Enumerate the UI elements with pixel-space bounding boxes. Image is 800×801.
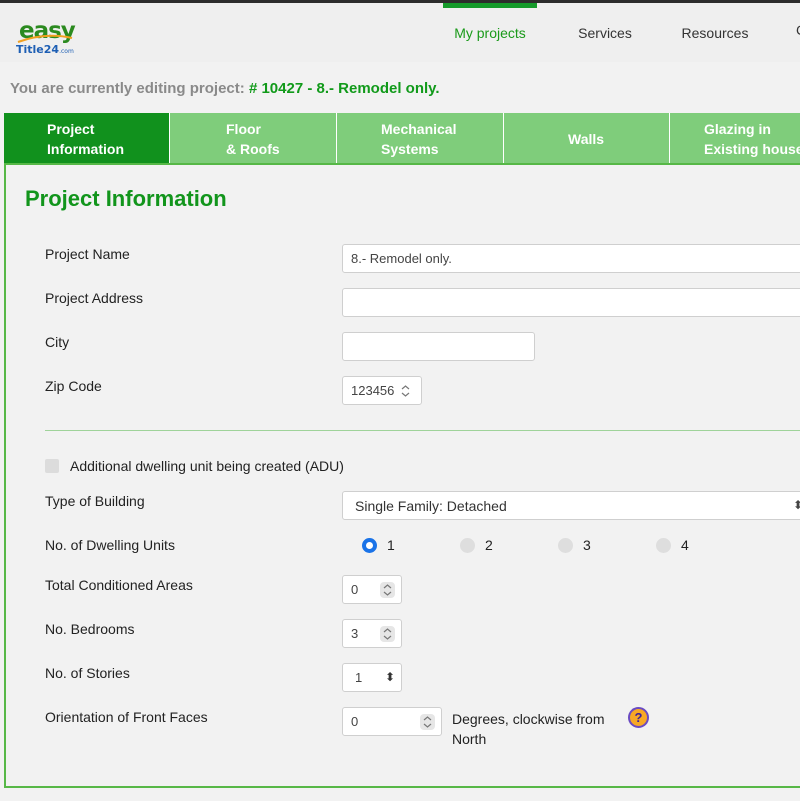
dwelling-units-option-3: 3	[583, 537, 591, 553]
editing-project-name: # 10427 - 8.- Remodel only.	[248, 80, 440, 97]
nav-item-partial[interactable]: C	[796, 22, 800, 38]
dwelling-units-radio-1[interactable]	[362, 538, 377, 553]
tab-project-information[interactable]: Project Information	[4, 113, 170, 164]
city-label: City	[45, 334, 70, 350]
zip-code-input[interactable]: 123456	[342, 376, 422, 405]
orientation-value: 0	[351, 714, 359, 729]
dwelling-units-option-4: 4	[681, 537, 689, 553]
nav-my-projects-label: My projects	[454, 24, 526, 41]
tab-label: Project Information	[47, 120, 124, 157]
dwelling-units-radio-3[interactable]	[558, 538, 573, 553]
select-updown-icon: ⬍	[385, 670, 396, 684]
zip-code-label: Zip Code	[45, 378, 102, 394]
section-tabs: Project Information Floor & Roofs Mechan…	[4, 113, 800, 164]
nav-my-projects[interactable]: My projects	[443, 3, 537, 62]
editing-prefix: You are currently editing project:	[10, 80, 249, 97]
page-title: Project Information	[25, 186, 227, 211]
stories-label: No. of Stories	[45, 665, 130, 681]
tab-label: Mechanical Systems	[381, 120, 457, 157]
easytitle24-logo[interactable]: easy Title24.com	[16, 13, 76, 61]
bedrooms-input[interactable]: 3	[342, 619, 402, 648]
dwelling-units-radio-4[interactable]	[656, 538, 671, 553]
tab-label: Walls	[568, 130, 605, 147]
orientation-label: Orientation of Front Faces	[45, 709, 208, 725]
project-name-label: Project Name	[45, 246, 130, 262]
tab-floor-roofs[interactable]: Floor & Roofs	[170, 113, 337, 164]
orientation-unit: Degrees, clockwise from North	[452, 711, 605, 747]
nav-services[interactable]: Services	[560, 3, 650, 62]
orientation-input[interactable]: 0	[342, 707, 442, 736]
stories-value: 1	[355, 670, 363, 685]
total-conditioned-areas-value: 0	[351, 582, 359, 597]
logo-text-title24: Title24.com	[16, 43, 74, 56]
nav-resources[interactable]: Resources	[670, 3, 760, 62]
top-navigation-bar: easy Title24.com My projects Services Re…	[0, 0, 800, 62]
total-conditioned-areas-spinner-icon[interactable]	[380, 582, 395, 598]
type-of-building-label: Type of Building	[45, 493, 145, 509]
dwelling-units-radio-2[interactable]	[460, 538, 475, 553]
project-name-input[interactable]: 8.- Remodel only.	[342, 244, 800, 273]
tab-label: Glazing in Existing house	[704, 120, 800, 157]
bedrooms-value: 3	[351, 626, 359, 641]
nav-resources-label: Resources	[681, 24, 749, 41]
zip-code-spinner-icon[interactable]	[398, 383, 413, 399]
orientation-spinner-icon[interactable]	[420, 714, 435, 730]
adu-label: Additional dwelling unit being created (…	[70, 458, 344, 474]
dwelling-units-label: No. of Dwelling Units	[45, 537, 175, 553]
tab-label: Floor & Roofs	[226, 120, 280, 157]
stories-select[interactable]: 1 ⬍	[342, 663, 402, 692]
dwelling-units-option-1: 1	[387, 537, 395, 553]
tab-glazing-existing-house[interactable]: Glazing in Existing house	[670, 113, 800, 164]
editing-project-banner: You are currently editing project: # 104…	[10, 80, 440, 97]
tab-mechanical-systems[interactable]: Mechanical Systems	[337, 113, 504, 164]
adu-checkbox[interactable]	[45, 459, 59, 473]
dwelling-units-option-2: 2	[485, 537, 493, 553]
city-input[interactable]	[342, 332, 535, 361]
section-divider	[45, 430, 800, 431]
bedrooms-spinner-icon[interactable]	[380, 626, 395, 642]
total-conditioned-areas-label: Total Conditioned Areas	[45, 577, 193, 593]
bedrooms-label: No. Bedrooms	[45, 621, 135, 637]
project-name-value: 8.- Remodel only.	[351, 251, 452, 266]
zip-code-value: 123456	[351, 383, 395, 398]
select-updown-icon: ⬍	[793, 498, 800, 512]
project-address-label: Project Address	[45, 290, 144, 306]
nav-services-label: Services	[578, 24, 632, 41]
question-mark-icon[interactable]: ?	[628, 707, 649, 728]
type-of-building-value: Single Family: Detached	[355, 497, 507, 514]
total-conditioned-areas-input[interactable]: 0	[342, 575, 402, 604]
type-of-building-select[interactable]: Single Family: Detached ⬍	[342, 491, 800, 520]
tab-walls[interactable]: Walls	[504, 113, 670, 164]
project-address-input[interactable]	[342, 288, 800, 317]
